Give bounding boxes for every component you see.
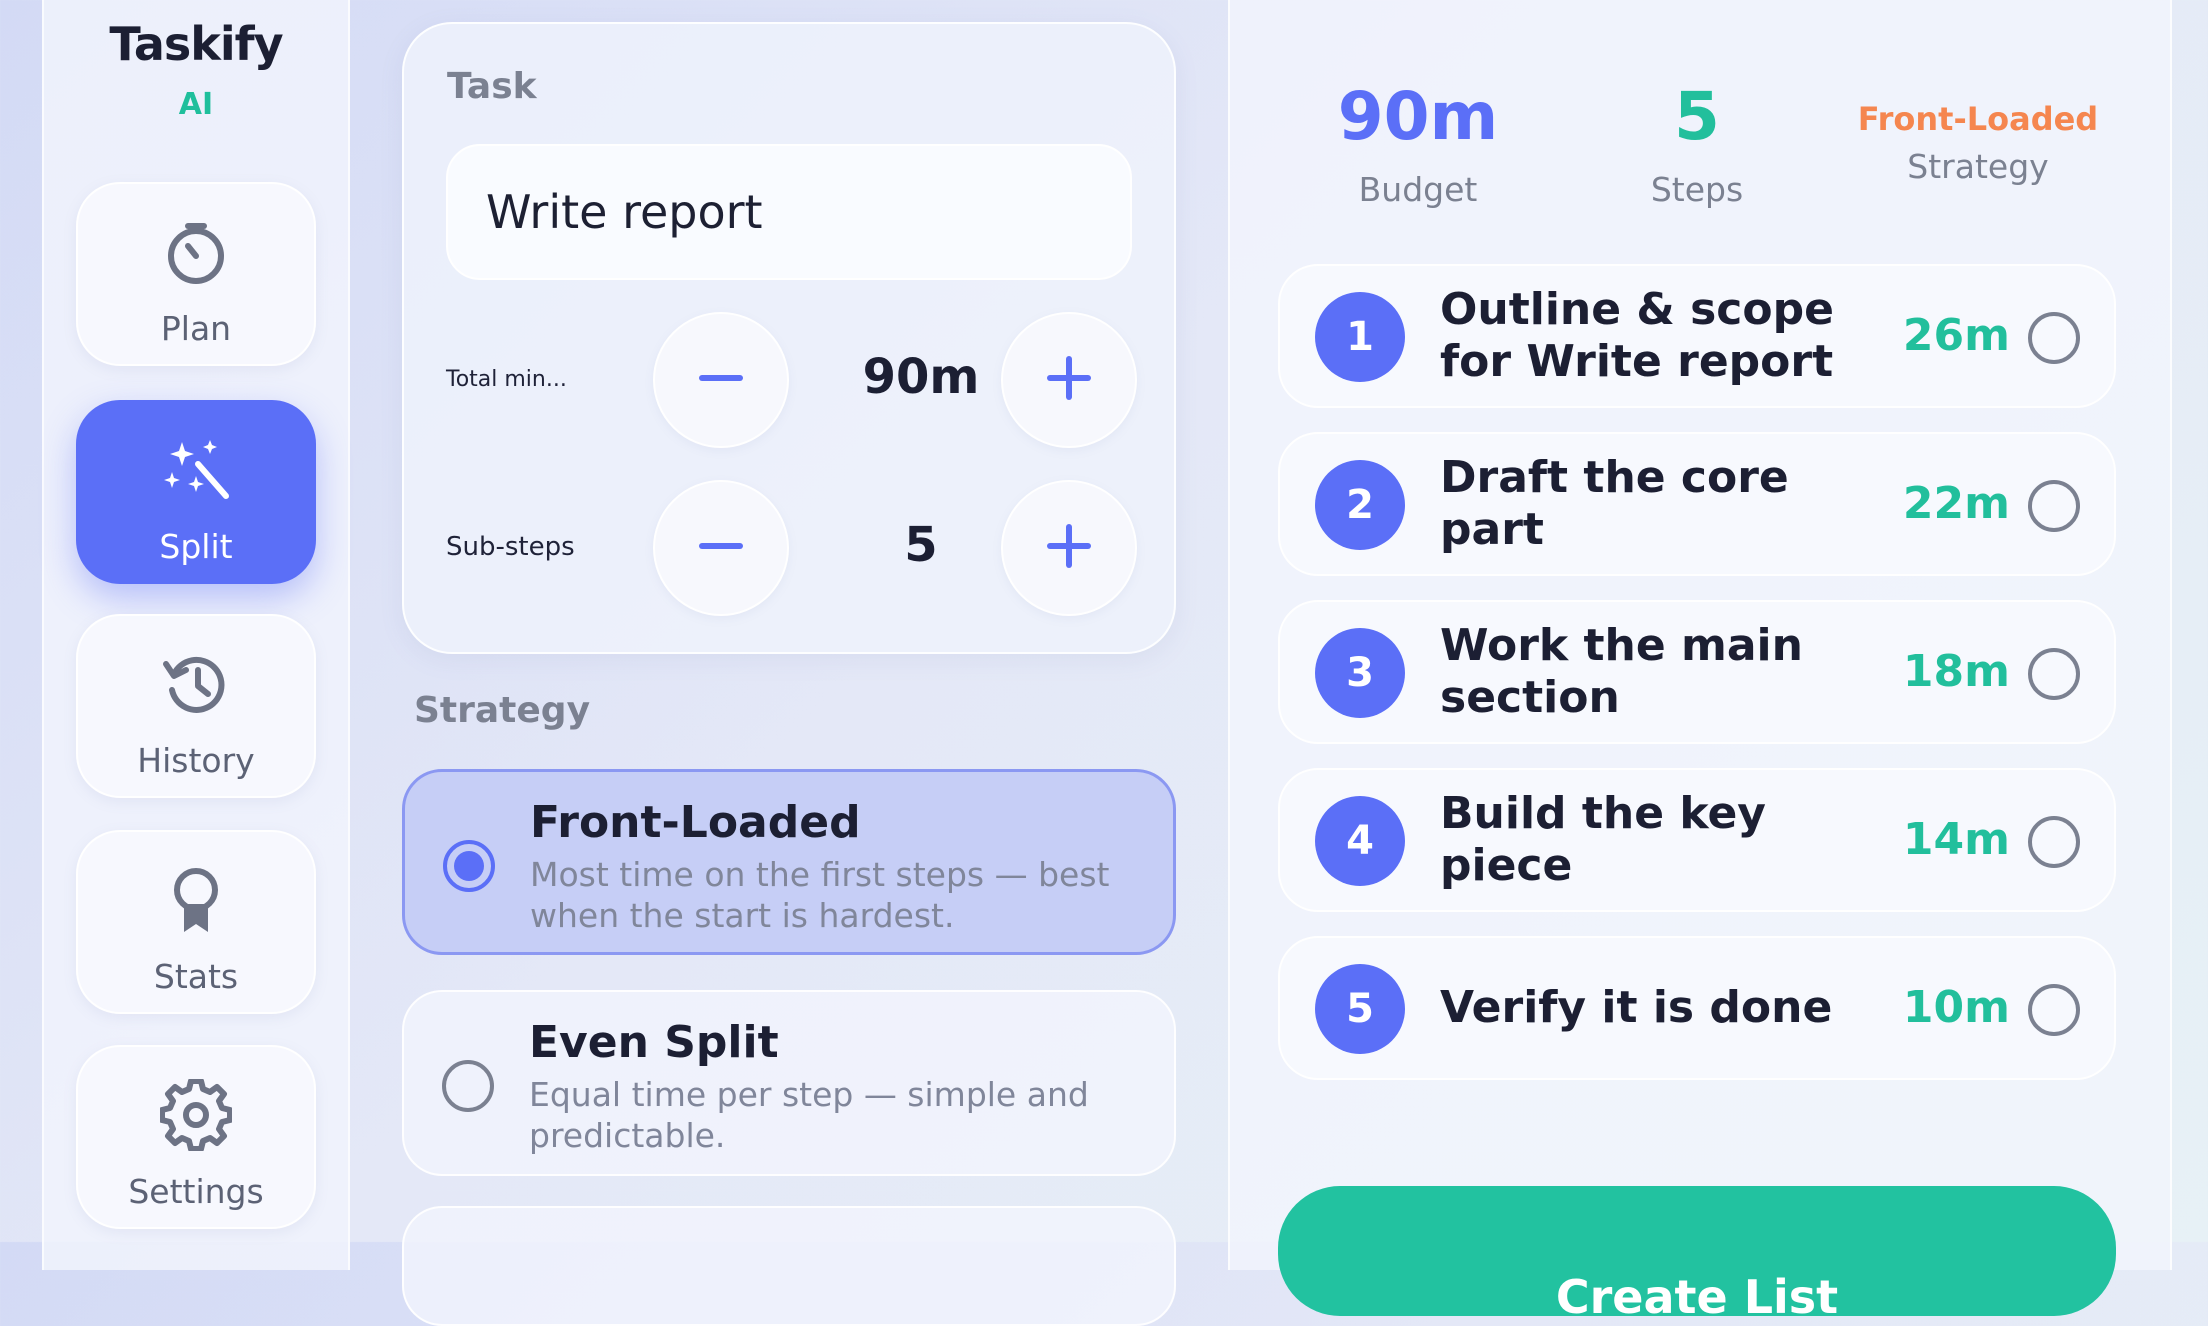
timer-icon: [78, 216, 314, 288]
step-checkbox[interactable]: [2028, 312, 2080, 364]
sidebar-item-label: Stats: [153, 957, 239, 996]
step-title: Build the key piece: [1440, 788, 1766, 891]
step-item[interactable]: 5 Verify it is done 10m: [1278, 936, 2116, 1080]
strategy-description: Equal time per step — simple and predict…: [529, 1075, 1089, 1155]
sidebar-item-stats[interactable]: Stats: [76, 830, 316, 1014]
step-checkbox[interactable]: [2028, 648, 2080, 700]
cta-label: Create List: [1555, 1270, 1839, 1324]
sidebar-item-plan[interactable]: Plan: [76, 182, 316, 366]
decrease-minutes-button[interactable]: [653, 312, 789, 448]
task-card: Task Total min... 90m Sub-steps 5: [402, 22, 1176, 654]
budget-value: 90m: [1337, 78, 1499, 155]
strategy-option-front-loaded[interactable]: Front-Loaded Most time on the first step…: [402, 769, 1176, 955]
step-title: Work the main section: [1440, 620, 1803, 723]
sidebar-item-label: Settings: [128, 1172, 264, 1211]
step-minutes: 10m: [1902, 982, 2010, 1033]
step-minutes: 14m: [1902, 814, 2010, 865]
minus-icon: [699, 524, 743, 572]
plus-icon: [1047, 356, 1091, 404]
total-minutes-value: 90m: [862, 349, 980, 405]
decrease-substeps-button[interactable]: [653, 480, 789, 616]
create-list-button[interactable]: Create List: [1278, 1186, 2116, 1320]
task-label: Task: [447, 66, 537, 107]
strategy-summary-value: Front-Loaded: [1857, 100, 2099, 138]
radio-selected[interactable]: [443, 840, 495, 892]
gear-icon: [78, 1079, 314, 1151]
step-checkbox[interactable]: [2028, 480, 2080, 532]
steps-label: Steps: [1650, 170, 1744, 209]
step-title: Draft the core part: [1440, 452, 1789, 555]
step-item[interactable]: 2 Draft the core part 22m: [1278, 432, 2116, 576]
step-title: Outline & scope for Write report: [1440, 284, 1834, 387]
step-checkbox[interactable]: [2028, 984, 2080, 1036]
strategy-title: Front-Loaded: [530, 797, 861, 848]
strategy-title: Even Split: [529, 1017, 779, 1068]
sidebar: Taskify AI Plan Split History Stats Sett…: [42, 0, 350, 1270]
magic-wand-icon: [78, 434, 314, 506]
steps-value: 5: [1674, 78, 1720, 155]
plus-icon: [1047, 524, 1091, 572]
sidebar-item-split[interactable]: Split: [76, 400, 316, 584]
step-number: 3: [1315, 628, 1405, 718]
substeps-value: 5: [904, 517, 938, 573]
sidebar-item-label: Plan: [160, 309, 232, 348]
app-subtitle: AI: [178, 87, 214, 122]
sidebar-item-history[interactable]: History: [76, 614, 316, 798]
award-icon: [78, 864, 314, 936]
sidebar-item-settings[interactable]: Settings: [76, 1045, 316, 1229]
step-item[interactable]: 3 Work the main section 18m: [1278, 600, 2116, 744]
step-item[interactable]: 1 Outline & scope for Write report 26m: [1278, 264, 2116, 408]
strategy-option-even-split[interactable]: Even Split Equal time per step — simple …: [402, 990, 1176, 1176]
app-title: Taskify: [109, 17, 283, 71]
step-minutes: 26m: [1902, 310, 2010, 361]
substeps-label: Sub-steps: [446, 532, 575, 562]
step-minutes: 22m: [1902, 478, 2010, 529]
step-number: 5: [1315, 964, 1405, 1054]
sidebar-item-label: History: [137, 741, 255, 780]
total-minutes-label: Total min...: [446, 367, 567, 392]
budget-label: Budget: [1358, 170, 1478, 209]
sidebar-item-label: Split: [159, 527, 233, 566]
step-number: 4: [1315, 796, 1405, 886]
increase-substeps-button[interactable]: [1001, 480, 1137, 616]
strategy-description: Most time on the first steps — best when…: [530, 855, 1110, 935]
minus-icon: [699, 356, 743, 404]
step-minutes: 18m: [1902, 646, 2010, 697]
step-item[interactable]: 4 Build the key piece 14m: [1278, 768, 2116, 912]
step-number: 1: [1315, 292, 1405, 382]
history-icon: [78, 648, 314, 720]
step-title: Verify it is done: [1440, 982, 1833, 1033]
radio-unselected[interactable]: [442, 1060, 494, 1112]
increase-minutes-button[interactable]: [1001, 312, 1137, 448]
task-input[interactable]: [446, 144, 1132, 280]
strategy-heading: Strategy: [414, 690, 591, 731]
step-checkbox[interactable]: [2028, 816, 2080, 868]
strategy-summary-label: Strategy: [1907, 147, 2049, 186]
step-number: 2: [1315, 460, 1405, 550]
strategy-option-more[interactable]: [402, 1206, 1176, 1326]
